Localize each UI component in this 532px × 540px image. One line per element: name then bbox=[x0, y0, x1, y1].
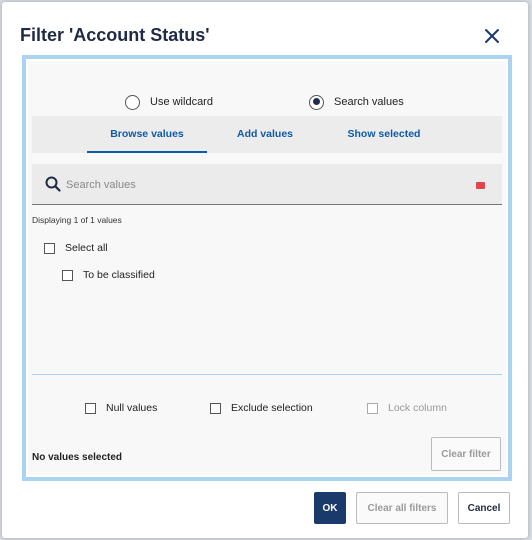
null-values-label: Null values bbox=[106, 402, 158, 414]
exclude-selection-label: Exclude selection bbox=[231, 402, 313, 414]
tab-show-selected[interactable]: Show selected bbox=[337, 116, 431, 153]
tab-add-values[interactable]: Add values bbox=[218, 116, 312, 153]
search-values-label: Search values bbox=[334, 96, 404, 108]
search-bar bbox=[32, 164, 502, 205]
cancel-button[interactable]: Cancel bbox=[458, 492, 510, 524]
filter-panel: Use wildcard Search values Browse values… bbox=[22, 55, 512, 481]
null-values-option[interactable]: Null values bbox=[85, 402, 157, 414]
use-wildcard-option[interactable]: Use wildcard bbox=[125, 94, 213, 110]
lock-column-option: Lock column bbox=[367, 402, 447, 414]
clear-all-filters-button[interactable]: Clear all filters bbox=[356, 492, 448, 524]
select-all-label: Select all bbox=[65, 242, 108, 254]
divider bbox=[32, 374, 502, 375]
tab-bar: Browse values Add values Show selected bbox=[32, 116, 502, 153]
search-values-radio[interactable] bbox=[309, 94, 324, 110]
value-label: To be classified bbox=[83, 269, 155, 281]
use-wildcard-label: Use wildcard bbox=[150, 96, 213, 108]
exclude-selection-checkbox[interactable] bbox=[210, 402, 221, 414]
exclude-selection-option[interactable]: Exclude selection bbox=[210, 402, 313, 414]
result-count: Displaying 1 of 1 values bbox=[32, 215, 122, 225]
select-all-checkbox[interactable] bbox=[44, 242, 55, 254]
null-values-checkbox[interactable] bbox=[85, 402, 96, 414]
filter-dialog: Filter 'Account Status' Use wildcard Sea… bbox=[2, 2, 528, 538]
search-input[interactable] bbox=[66, 174, 466, 195]
clear-search-icon[interactable] bbox=[476, 182, 485, 189]
filter-panel-body: Use wildcard Search values Browse values… bbox=[28, 61, 506, 475]
clear-filter-button[interactable]: Clear filter bbox=[431, 437, 501, 471]
lock-column-label: Lock column bbox=[388, 402, 447, 414]
ok-button[interactable]: OK bbox=[314, 492, 346, 524]
search-icon bbox=[45, 176, 61, 192]
use-wildcard-radio[interactable] bbox=[125, 94, 140, 110]
select-all-option[interactable]: Select all bbox=[44, 242, 108, 254]
list-item[interactable]: To be classified bbox=[62, 269, 155, 281]
close-icon[interactable] bbox=[483, 27, 501, 45]
lock-column-checkbox bbox=[367, 402, 378, 414]
search-values-option[interactable]: Search values bbox=[309, 94, 404, 110]
selection-status: No values selected bbox=[32, 452, 123, 463]
tab-browse-values[interactable]: Browse values bbox=[87, 116, 207, 153]
dialog-title: Filter 'Account Status' bbox=[20, 25, 210, 45]
value-checkbox[interactable] bbox=[62, 269, 73, 281]
